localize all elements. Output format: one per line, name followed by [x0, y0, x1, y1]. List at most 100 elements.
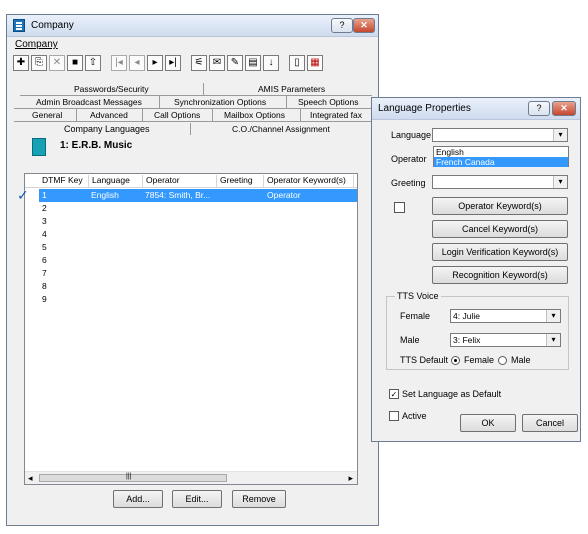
language-dropdown-list[interactable]: English French Canada	[433, 146, 569, 167]
table-row[interactable]: 6	[25, 254, 357, 267]
table-row[interactable]: 7	[25, 267, 357, 280]
window-title: Company	[31, 20, 74, 31]
tts-default-male-label: Male	[511, 355, 531, 365]
filter-icon[interactable]: ✉	[209, 55, 225, 71]
scroll-thumb[interactable]: |||	[39, 473, 227, 482]
dropdown-arrow-icon[interactable]: ▾	[546, 334, 560, 346]
tab-divider	[286, 96, 287, 108]
tts-default-label: TTS Default	[400, 355, 449, 365]
set-default-checkbox[interactable]: ✓	[389, 389, 399, 399]
login-verification-keywords-button[interactable]: Login Verification Keyword(s)	[432, 243, 568, 261]
new-icon[interactable]: ✚	[13, 55, 29, 71]
tab-speech-options[interactable]: Speech Options	[298, 97, 358, 107]
dialog-title-bar: Language Properties ? ✕	[372, 98, 580, 120]
menu-company[interactable]: Company	[15, 39, 58, 50]
table-row[interactable]: 4	[25, 228, 357, 241]
copy-icon[interactable]	[394, 202, 405, 213]
cell-key: 6	[42, 255, 47, 265]
horizontal-scrollbar[interactable]: ◂ ||| ▸	[25, 471, 357, 484]
greeting-combo[interactable]: ▾	[432, 175, 568, 189]
dropdown-arrow-icon[interactable]: ▾	[546, 310, 560, 322]
set-default-label: Set Language as Default	[402, 389, 502, 399]
tab-general[interactable]: General	[32, 110, 62, 120]
tab-advanced[interactable]: Advanced	[90, 110, 128, 120]
table-row[interactable]: 3	[25, 215, 357, 228]
toolbar: ✚ ⎘ ✕ ■ ⇧ |◂ ◂ ▸ ▸| ⚟ ✉ ✎ ▤ ↓ ▯ ▦	[9, 55, 376, 75]
cell-key: 9	[42, 294, 47, 304]
next-icon[interactable]: ▸	[147, 55, 163, 71]
add-button[interactable]: Add...	[113, 490, 163, 508]
tab-synchronization[interactable]: Synchronization Options	[174, 97, 266, 107]
tab-integrated-fax[interactable]: Integrated fax	[310, 110, 362, 120]
active-checkbox[interactable]	[389, 411, 399, 421]
ok-button[interactable]: OK	[460, 414, 516, 432]
scroll-left-icon[interactable]: ◂	[28, 473, 33, 484]
notes-icon[interactable]: ▤	[245, 55, 261, 71]
cell-key: 2	[42, 203, 47, 213]
cancel-keywords-button[interactable]: Cancel Keyword(s)	[432, 220, 568, 238]
first-icon[interactable]: |◂	[111, 55, 127, 71]
table-row[interactable]: 8	[25, 280, 357, 293]
dropdown-arrow-icon[interactable]: ▾	[553, 129, 567, 141]
tab-company-languages[interactable]: Company Languages	[64, 124, 150, 134]
tts-voice-title: TTS Voice	[395, 291, 441, 301]
operator-keywords-button[interactable]: Operator Keyword(s)	[432, 197, 568, 215]
languages-list[interactable]: DTMF Key Language Operator Greeting Oper…	[17, 173, 358, 485]
tts-default-female-radio[interactable]	[451, 356, 460, 365]
print-icon[interactable]: ▦	[307, 55, 323, 71]
tab-call-options[interactable]: Call Options	[154, 110, 200, 120]
table-row[interactable]: 9	[25, 293, 357, 306]
col-greeting[interactable]: Greeting	[217, 175, 264, 187]
tab-passwords-security[interactable]: Passwords/Security	[74, 84, 149, 94]
table-row[interactable]: 5	[25, 241, 357, 254]
help-button[interactable]: ?	[331, 18, 353, 33]
recognition-keywords-button[interactable]: Recognition Keyword(s)	[432, 266, 568, 284]
sort-icon[interactable]: ↓	[263, 55, 279, 71]
find-icon[interactable]: ⚟	[191, 55, 207, 71]
save-icon[interactable]: ■	[67, 55, 83, 71]
export-icon[interactable]: ⇧	[85, 55, 101, 71]
close-button[interactable]: ✕	[353, 18, 375, 33]
tab-row-border	[14, 108, 374, 109]
male-voice-value: 3: Felix	[453, 335, 481, 345]
female-voice-value: 4: Julie	[453, 311, 480, 321]
prev-icon[interactable]: ◂	[129, 55, 145, 71]
edit-icon[interactable]: ✎	[227, 55, 243, 71]
cancel-button[interactable]: Cancel	[522, 414, 578, 432]
edit-button[interactable]: Edit...	[172, 490, 222, 508]
remove-button[interactable]: Remove	[232, 490, 286, 508]
tab-admin-broadcast[interactable]: Admin Broadcast Messages	[36, 97, 142, 107]
cell-key: 8	[42, 281, 47, 291]
tab-amis-parameters[interactable]: AMIS Parameters	[258, 84, 325, 94]
copy-icon[interactable]: ⎘	[31, 55, 47, 71]
dropdown-arrow-icon[interactable]: ▾	[553, 176, 567, 188]
tab-row-border	[20, 95, 372, 96]
cell-key: 1	[42, 190, 47, 200]
dialog-close-button[interactable]: ✕	[552, 101, 576, 116]
dialog-help-button[interactable]: ?	[528, 101, 550, 116]
tab-mailbox-options[interactable]: Mailbox Options	[224, 110, 285, 120]
delete-icon[interactable]: ✕	[49, 55, 65, 71]
language-option[interactable]: English	[434, 147, 568, 157]
cell-language: English	[91, 190, 119, 200]
table-row[interactable]: 2	[25, 202, 357, 215]
tab-co-channel[interactable]: C.O./Channel Assignment	[232, 124, 330, 134]
col-dtmf-key[interactable]: DTMF Key	[39, 175, 89, 187]
report-icon[interactable]: ▯	[289, 55, 305, 71]
female-voice-combo[interactable]: 4: Julie ▾	[450, 309, 561, 323]
male-voice-combo[interactable]: 3: Felix ▾	[450, 333, 561, 347]
col-language[interactable]: Language	[89, 175, 143, 187]
cell-key: 3	[42, 216, 47, 226]
col-operator[interactable]: Operator	[143, 175, 217, 187]
last-icon[interactable]: ▸|	[165, 55, 181, 71]
language-combo[interactable]: ▾	[432, 128, 568, 142]
tab-divider	[190, 123, 191, 135]
table-row[interactable]: 1 English 7854: Smith, Br... Operator	[39, 189, 357, 202]
scroll-right-icon[interactable]: ▸	[348, 473, 353, 484]
tts-default-female-label: Female	[464, 355, 495, 365]
tab-divider	[159, 96, 160, 108]
language-option-selected[interactable]: French Canada	[434, 157, 568, 167]
male-label: Male	[400, 335, 420, 345]
tts-default-male-radio[interactable]	[498, 356, 507, 365]
col-operator-keywords[interactable]: Operator Keyword(s)	[264, 175, 354, 187]
